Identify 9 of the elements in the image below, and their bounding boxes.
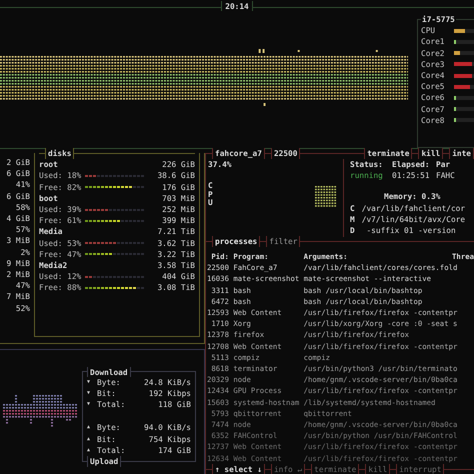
core-meter	[454, 74, 474, 78]
core-meter	[454, 51, 474, 56]
core-meter	[454, 28, 474, 33]
core-meter	[454, 107, 474, 112]
core-meter	[454, 62, 474, 66]
cpu-mini-graph	[315, 186, 337, 208]
core-meter	[454, 96, 474, 100]
core-meter	[454, 118, 474, 122]
core-meter	[454, 84, 474, 89]
